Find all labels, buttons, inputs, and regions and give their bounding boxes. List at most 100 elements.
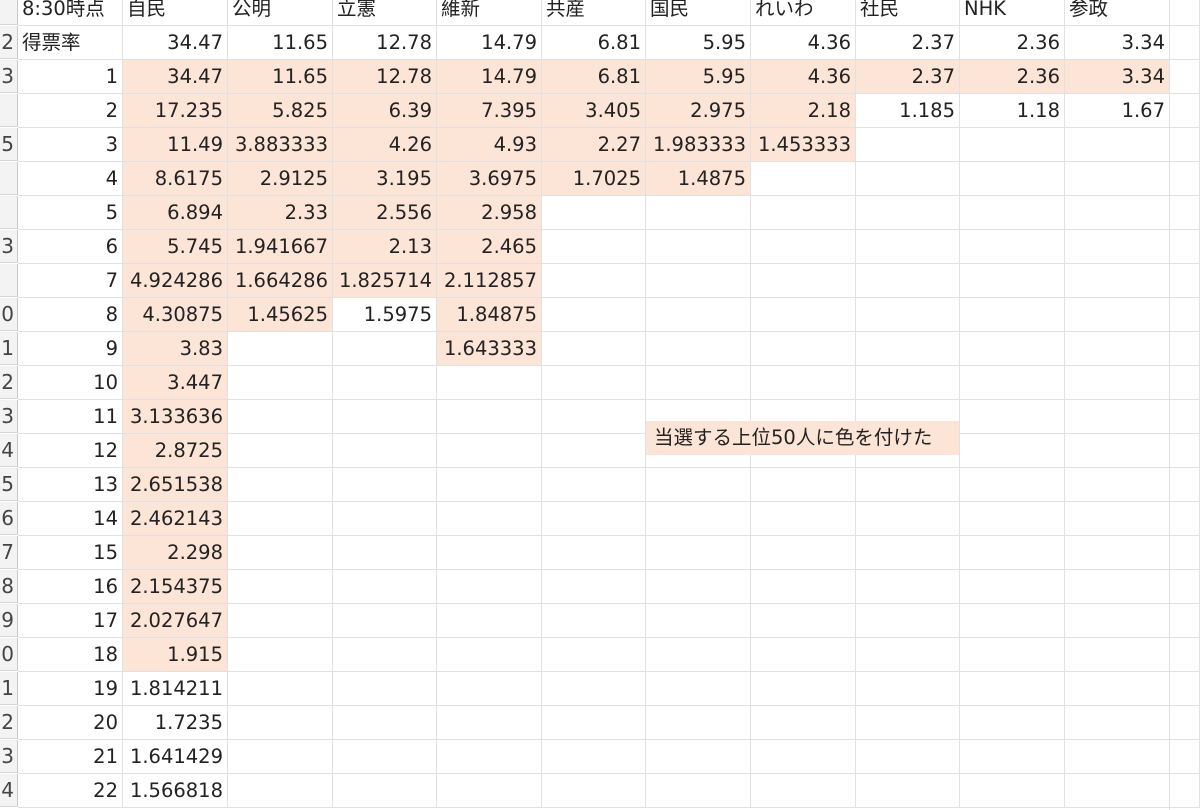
cell[interactable] [1170, 366, 1200, 400]
quotient-cell[interactable] [437, 706, 542, 740]
quotient-cell[interactable] [960, 128, 1065, 162]
quotient-cell[interactable] [960, 264, 1065, 298]
row-header[interactable] [0, 162, 18, 195]
divisor-cell[interactable]: 13 [18, 468, 123, 502]
row-header[interactable]: 4 [0, 774, 18, 807]
quotient-cell[interactable] [333, 468, 437, 502]
quotient-cell[interactable] [1065, 570, 1170, 604]
winning-quotient-cell[interactable]: 2.18 [751, 94, 856, 128]
winning-quotient-cell[interactable]: 7.395 [437, 94, 542, 128]
winning-quotient-cell[interactable]: 2.154375 [123, 570, 228, 604]
party-header-cell[interactable]: NHK [960, 0, 1065, 26]
quotient-cell[interactable] [751, 672, 856, 706]
quotient-cell[interactable] [646, 536, 751, 570]
cell[interactable] [1170, 706, 1200, 740]
quotient-cell[interactable] [856, 264, 960, 298]
divisor-cell[interactable]: 15 [18, 536, 123, 570]
winning-quotient-cell[interactable]: 2.9125 [228, 162, 333, 196]
quotient-cell[interactable] [437, 468, 542, 502]
quotient-cell[interactable] [542, 332, 646, 366]
quotient-cell[interactable] [856, 604, 960, 638]
row-header[interactable]: 3 [0, 230, 18, 263]
winning-quotient-cell[interactable]: 14.79 [437, 60, 542, 94]
row-header[interactable] [0, 0, 18, 25]
vote-rate-cell[interactable]: 11.65 [228, 26, 333, 60]
vote-rate-cell[interactable]: 5.95 [646, 26, 751, 60]
winning-quotient-cell[interactable]: 3.83 [123, 332, 228, 366]
divisor-cell[interactable]: 20 [18, 706, 123, 740]
quotient-cell[interactable] [646, 638, 751, 672]
winning-quotient-cell[interactable]: 1.825714 [333, 264, 437, 298]
quotient-cell[interactable]: 1.641429 [123, 740, 228, 774]
quotient-cell[interactable] [1065, 502, 1170, 536]
cell[interactable] [1170, 638, 1200, 672]
row-header[interactable]: 9 [0, 604, 18, 637]
quotient-cell[interactable] [646, 740, 751, 774]
quotient-cell[interactable] [646, 468, 751, 502]
quotient-cell[interactable] [542, 434, 646, 468]
quotient-cell[interactable] [856, 128, 960, 162]
winning-quotient-cell[interactable]: 1.84875 [437, 298, 542, 332]
quotient-cell[interactable] [542, 740, 646, 774]
quotient-cell[interactable] [646, 196, 751, 230]
quotient-cell[interactable] [751, 264, 856, 298]
quotient-cell[interactable] [960, 536, 1065, 570]
winning-quotient-cell[interactable]: 2.298 [123, 536, 228, 570]
winning-quotient-cell[interactable]: 1.4875 [646, 162, 751, 196]
vote-rate-cell[interactable]: 2.37 [856, 26, 960, 60]
winning-quotient-cell[interactable]: 3.6975 [437, 162, 542, 196]
divisor-cell[interactable]: 14 [18, 502, 123, 536]
row-header[interactable]: 3 [0, 740, 18, 773]
quotient-cell[interactable] [333, 774, 437, 808]
quotient-cell[interactable] [1065, 638, 1170, 672]
cell[interactable] [1170, 332, 1200, 366]
quotient-cell[interactable] [856, 196, 960, 230]
divisor-cell[interactable]: 18 [18, 638, 123, 672]
winning-quotient-cell[interactable]: 2.975 [646, 94, 751, 128]
winning-quotient-cell[interactable]: 6.39 [333, 94, 437, 128]
quotient-cell[interactable] [751, 162, 856, 196]
quotient-cell[interactable] [542, 638, 646, 672]
quotient-cell[interactable] [1065, 740, 1170, 774]
winning-quotient-cell[interactable]: 2.556 [333, 196, 437, 230]
quotient-cell[interactable] [856, 536, 960, 570]
winning-quotient-cell[interactable]: 1.915 [123, 638, 228, 672]
quotient-cell[interactable] [751, 536, 856, 570]
quotient-cell[interactable] [960, 434, 1065, 468]
winning-quotient-cell[interactable]: 5.825 [228, 94, 333, 128]
divisor-cell[interactable]: 22 [18, 774, 123, 808]
quotient-cell[interactable] [751, 604, 856, 638]
divisor-cell[interactable]: 10 [18, 366, 123, 400]
party-header-cell[interactable]: 維新 [437, 0, 542, 26]
quotient-cell[interactable] [542, 672, 646, 706]
winning-quotient-cell[interactable]: 1.643333 [437, 332, 542, 366]
winning-quotient-cell[interactable]: 4.93 [437, 128, 542, 162]
quotient-cell[interactable] [751, 774, 856, 808]
quotient-cell[interactable] [856, 570, 960, 604]
quotient-cell[interactable] [228, 672, 333, 706]
cell[interactable] [1170, 774, 1200, 808]
cell[interactable] [1170, 162, 1200, 196]
cell[interactable] [1170, 196, 1200, 230]
quotient-cell[interactable] [228, 774, 333, 808]
quotient-cell[interactable] [437, 672, 542, 706]
quotient-cell[interactable] [751, 706, 856, 740]
quotient-cell[interactable] [437, 638, 542, 672]
cell[interactable] [1170, 468, 1200, 502]
quotient-cell[interactable] [333, 740, 437, 774]
winning-quotient-cell[interactable]: 1.941667 [228, 230, 333, 264]
cell[interactable] [1170, 604, 1200, 638]
quotient-cell[interactable] [333, 536, 437, 570]
quotient-cell[interactable] [228, 332, 333, 366]
cell[interactable] [1170, 94, 1200, 128]
quotient-cell[interactable] [856, 672, 960, 706]
quotient-cell[interactable] [646, 502, 751, 536]
quotient-cell[interactable] [960, 332, 1065, 366]
quotient-cell[interactable] [960, 502, 1065, 536]
quotient-cell[interactable]: 1.814211 [123, 672, 228, 706]
cell[interactable] [1170, 536, 1200, 570]
divisor-cell[interactable]: 9 [18, 332, 123, 366]
quotient-cell[interactable] [333, 434, 437, 468]
quotient-cell[interactable] [228, 740, 333, 774]
quotient-cell[interactable] [751, 230, 856, 264]
